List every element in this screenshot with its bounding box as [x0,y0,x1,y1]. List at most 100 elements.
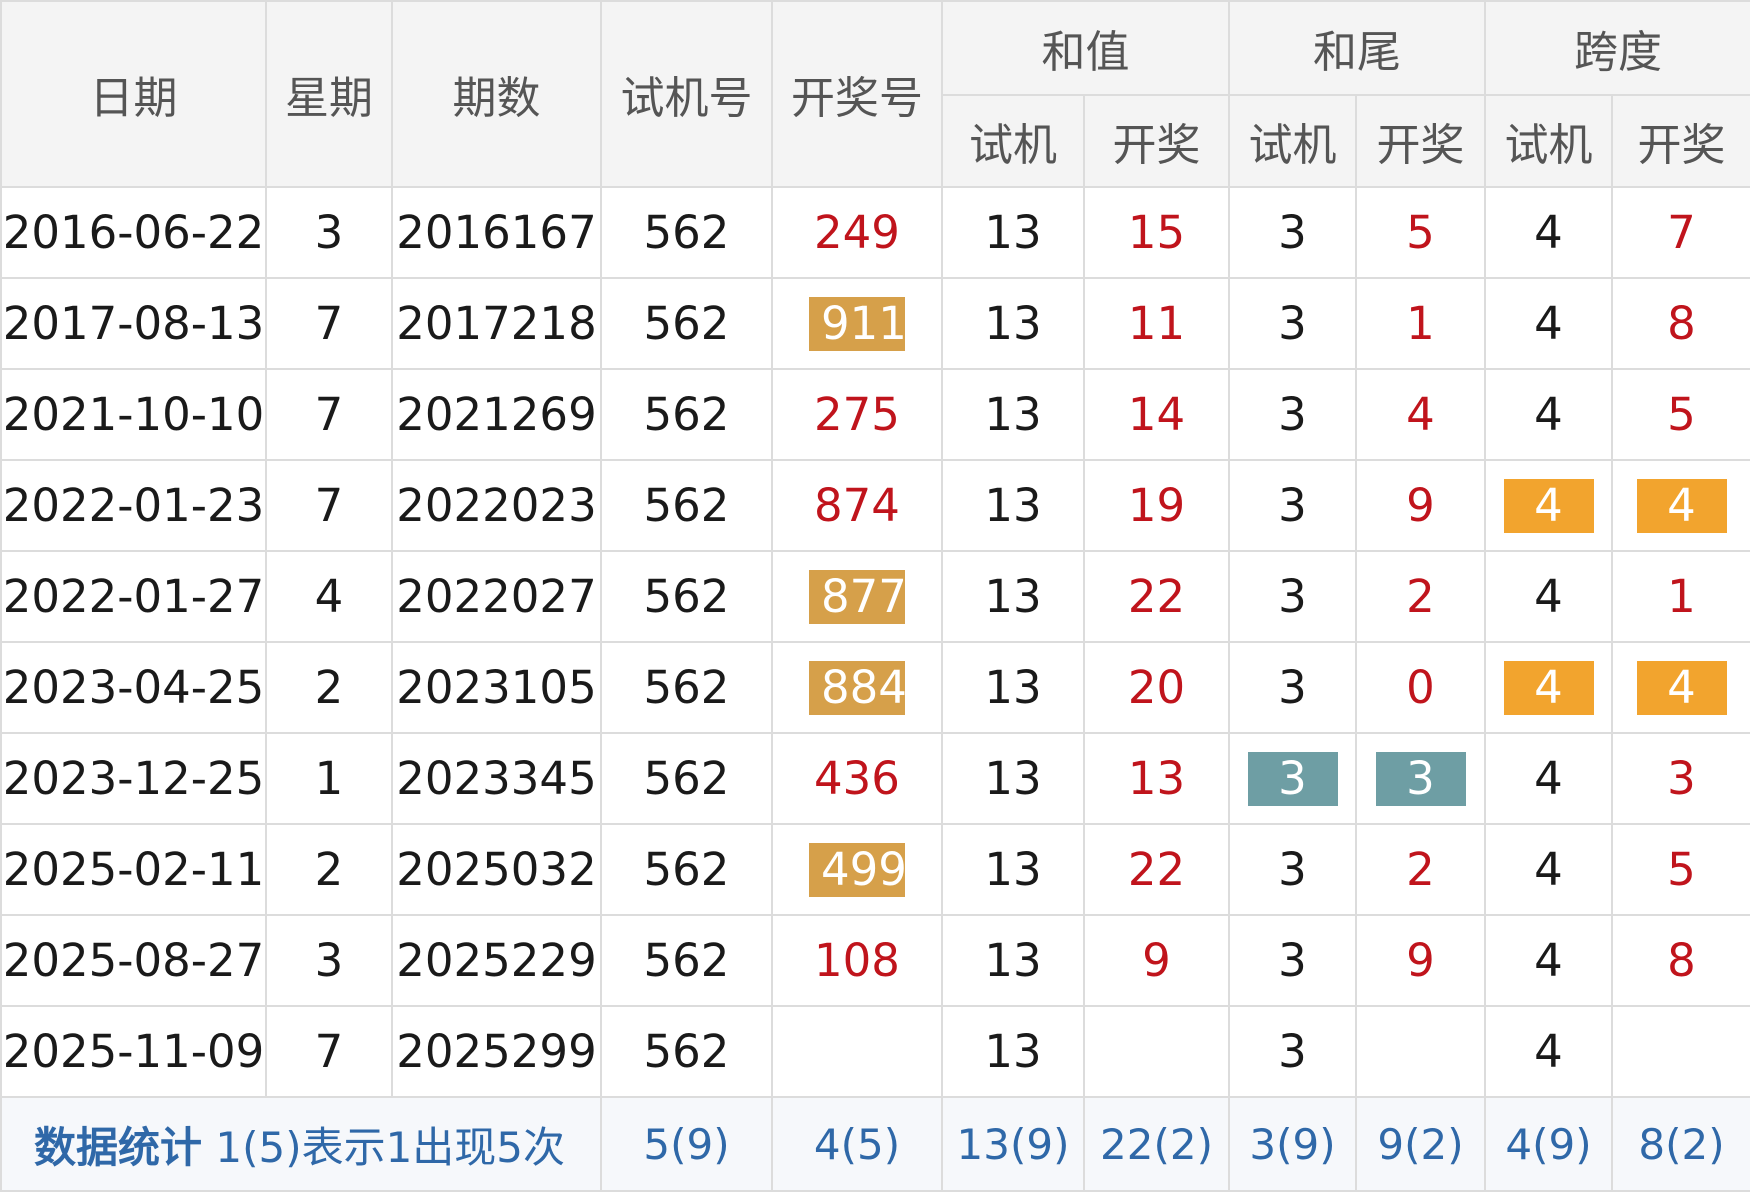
cell-sum-draw: 20 [1083,641,1230,734]
table-row: 2016-06-22 3 2016167 562 249 13 15 3 5 4… [0,186,1750,279]
cell-sum-draw [1083,1005,1230,1098]
cell-issue: 2022023 [391,459,602,552]
table-row: 2025-02-11 2 2025032 562 499 13 22 3 2 4… [0,823,1750,916]
tail-highlight-badge: 3 [1375,751,1466,806]
cell-date: 2022-01-27 [0,550,267,643]
stat-span-draw: 8(2) [1611,1096,1750,1192]
cell-draw: 884 [771,641,943,734]
cell-trial: 562 [600,914,773,1007]
cell-span-draw: 3 [1611,732,1750,825]
cell-span-draw: 5 [1611,823,1750,916]
cell-draw: 877 [771,550,943,643]
cell-sum-trial: 13 [941,459,1085,552]
cell-span-draw: 5 [1611,368,1750,461]
cell-tail-trial: 3 [1228,823,1357,916]
cell-span-draw: 4 [1611,641,1750,734]
cell-tail-draw [1355,1005,1486,1098]
cell-sum-trial: 13 [941,914,1085,1007]
cell-draw: 911 [771,277,943,370]
cell-issue: 2017218 [391,277,602,370]
cell-draw: 499 [771,823,943,916]
cell-draw: 108 [771,914,943,1007]
stat-sum-trial: 13(9) [941,1096,1085,1192]
cell-span-trial: 4 [1484,914,1613,1007]
header-draw-number: 开奖号 [771,0,943,188]
stat-trial: 5(9) [600,1096,773,1192]
subheader-span-trial: 试机 [1484,94,1613,188]
cell-draw: 436 [771,732,943,825]
cell-date: 2016-06-22 [0,186,267,279]
subheader-tail-trial: 试机 [1228,94,1357,188]
lottery-history-table: 日期 星期 期数 试机号 开奖号 和值 和尾 跨度 试机 开奖 试机 开奖 试机… [0,0,1750,1192]
cell-weekday: 3 [265,914,393,1007]
table-row: 2025-08-27 3 2025229 562 108 13 9 3 9 4 … [0,914,1750,1007]
cell-tail-trial: 3 [1228,1005,1357,1098]
cell-date: 2023-04-25 [0,641,267,734]
cell-trial: 562 [600,823,773,916]
cell-sum-trial: 13 [941,277,1085,370]
cell-tail-draw: 4 [1355,368,1486,461]
cell-weekday: 7 [265,277,393,370]
cell-tail-trial: 3 [1228,732,1357,825]
cell-issue: 2025032 [391,823,602,916]
cell-span-draw: 8 [1611,277,1750,370]
cell-sum-trial: 13 [941,641,1085,734]
cell-trial: 562 [600,277,773,370]
cell-weekday: 7 [265,1005,393,1098]
table-row: 2022-01-27 4 2022027 562 877 13 22 3 2 4… [0,550,1750,643]
cell-span-trial: 4 [1484,1005,1613,1098]
draw-highlight-badge: 499 [809,842,907,897]
cell-tail-trial: 3 [1228,277,1357,370]
cell-tail-draw: 0 [1355,641,1486,734]
cell-issue: 2025299 [391,1005,602,1098]
cell-tail-draw: 5 [1355,186,1486,279]
table-row: 2017-08-13 7 2017218 562 911 13 11 3 1 4… [0,277,1750,370]
header-date: 日期 [0,0,267,188]
cell-span-trial: 4 [1484,277,1613,370]
cell-sum-draw: 22 [1083,823,1230,916]
cell-date: 2023-12-25 [0,732,267,825]
cell-date: 2017-08-13 [0,277,267,370]
cell-tail-draw: 9 [1355,459,1486,552]
span-highlight-badge: 4 [1636,660,1727,715]
cell-tail-trial: 3 [1228,550,1357,643]
cell-weekday: 3 [265,186,393,279]
header-weekday: 星期 [265,0,393,188]
cell-sum-draw: 22 [1083,550,1230,643]
span-highlight-badge: 4 [1636,478,1727,533]
cell-sum-draw: 13 [1083,732,1230,825]
tail-highlight-badge: 3 [1247,751,1338,806]
cell-issue: 2016167 [391,186,602,279]
header-issue: 期数 [391,0,602,188]
cell-issue: 2023105 [391,641,602,734]
cell-sum-trial: 13 [941,550,1085,643]
subheader-sum-draw: 开奖 [1083,94,1230,188]
span-highlight-badge: 4 [1503,660,1594,715]
cell-draw [771,1005,943,1098]
statistics-row: 数据统计 1(5)表示1出现5次 5(9) 4(5) 13(9) 22(2) 3… [0,1096,1750,1192]
statistics-title: 数据统计 [34,1122,203,1172]
subheader-sum-trial: 试机 [941,94,1085,188]
stat-sum-draw: 22(2) [1083,1096,1230,1192]
cell-trial: 562 [600,1005,773,1098]
cell-weekday: 4 [265,550,393,643]
cell-tail-trial: 3 [1228,914,1357,1007]
cell-sum-trial: 13 [941,368,1085,461]
cell-date: 2022-01-23 [0,459,267,552]
cell-sum-trial: 13 [941,823,1085,916]
cell-draw: 874 [771,459,943,552]
cell-sum-trial: 13 [941,186,1085,279]
cell-trial: 562 [600,641,773,734]
cell-span-trial: 4 [1484,368,1613,461]
cell-issue: 2025229 [391,914,602,1007]
stat-span-trial: 4(9) [1484,1096,1613,1192]
header-sum: 和值 [941,0,1230,96]
cell-issue: 2022027 [391,550,602,643]
cell-span-trial: 4 [1484,186,1613,279]
cell-tail-trial: 3 [1228,186,1357,279]
cell-date: 2025-08-27 [0,914,267,1007]
cell-weekday: 2 [265,823,393,916]
cell-sum-draw: 19 [1083,459,1230,552]
cell-trial: 562 [600,459,773,552]
cell-trial: 562 [600,732,773,825]
